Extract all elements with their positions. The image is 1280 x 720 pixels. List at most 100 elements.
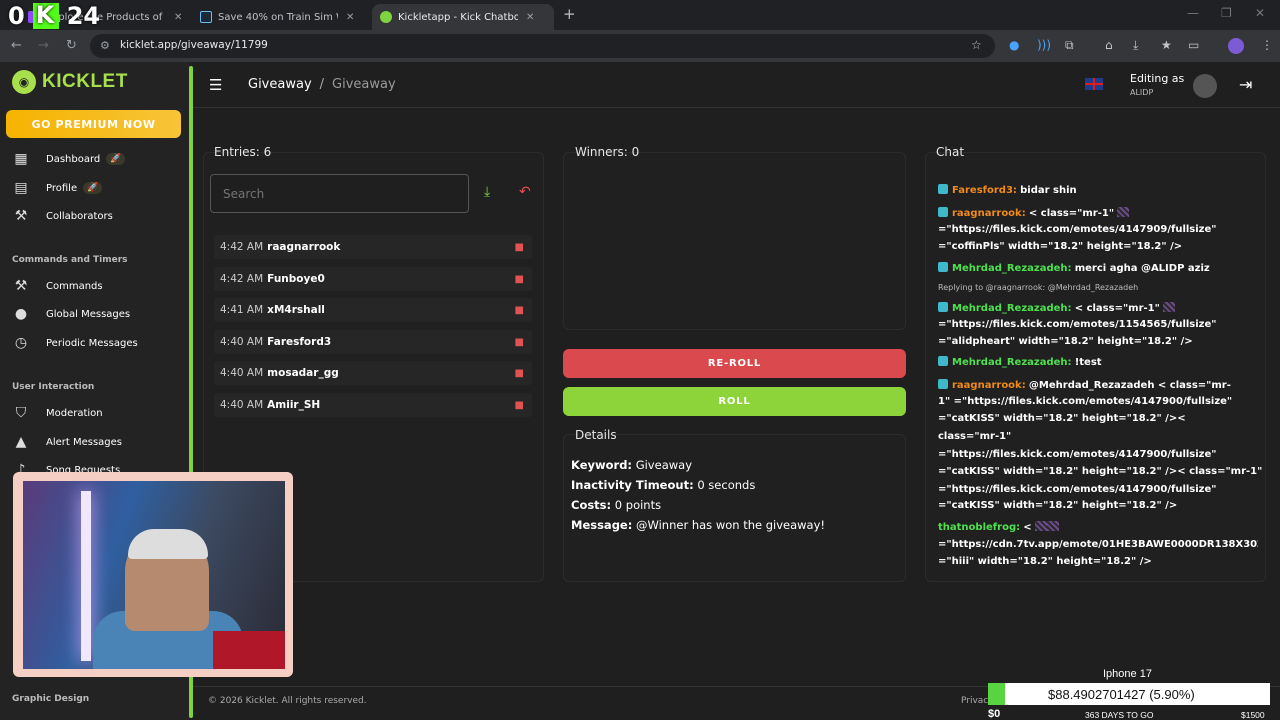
privacy-link[interactable]: Privac bbox=[961, 696, 988, 706]
detail-message: Message: @Winner has won the giveaway! bbox=[571, 518, 825, 532]
close-tab-icon[interactable]: ✕ bbox=[526, 12, 534, 23]
sidebar-item-label: Moderation bbox=[46, 407, 103, 419]
goal-tracker-overlay: Iphone 17 $88.4902701427 (5.90%) $0 363 … bbox=[988, 668, 1270, 720]
trash-icon[interactable]: ■ bbox=[515, 242, 524, 253]
sidebar-item-global-messages[interactable]: ● Global Messages bbox=[12, 304, 130, 324]
grid-icon: ▦ bbox=[14, 151, 28, 167]
logout-icon[interactable]: ⇥ bbox=[1239, 75, 1252, 94]
editing-as-label: Editing as bbox=[1130, 72, 1185, 85]
editing-as-block: Editing as ALIDP bbox=[1130, 72, 1184, 97]
trash-icon[interactable]: ■ bbox=[515, 305, 524, 316]
entry-time: 4:40 AM bbox=[220, 399, 264, 411]
forward-icon[interactable]: → bbox=[38, 38, 49, 53]
rocket-icon: 🚀 bbox=[106, 153, 126, 165]
emote-icon bbox=[1034, 521, 1047, 531]
sidebar-item-label: Periodic Messages bbox=[46, 337, 138, 349]
download-icon[interactable]: ⤓ bbox=[1133, 38, 1138, 53]
kicklet-logo[interactable]: ◉ KICKLET bbox=[12, 70, 128, 94]
list-item: 4:40 AM mosadar_gg ■ bbox=[214, 361, 532, 385]
entry-time: 4:42 AM bbox=[220, 273, 264, 285]
site-info-icon[interactable]: ⚙ bbox=[100, 39, 110, 52]
sidebar-item-periodic-messages[interactable]: ◷ Periodic Messages bbox=[12, 333, 138, 353]
chat-username[interactable]: Mehrdad_Rezazadeh: bbox=[952, 303, 1072, 314]
profile-avatar-icon[interactable] bbox=[1228, 38, 1244, 54]
entry-name: Amiir_SH bbox=[267, 399, 321, 411]
back-icon[interactable]: ← bbox=[11, 38, 22, 53]
minimize-icon[interactable]: — bbox=[1187, 6, 1199, 20]
maximize-icon[interactable]: ❐ bbox=[1221, 6, 1232, 20]
bookmarks-icon[interactable]: ★ bbox=[1161, 38, 1172, 52]
close-tab-icon[interactable]: ✕ bbox=[174, 12, 182, 23]
chat-username[interactable]: raagnarrook: bbox=[952, 208, 1026, 219]
chat-text: ="catKISS" width="18.2" height="18.2" />… bbox=[938, 413, 1186, 424]
chat-message: thatnoblefrog: < bbox=[938, 521, 1059, 533]
extension-car-icon[interactable]: ⌂ bbox=[1105, 38, 1113, 52]
reset-entries-icon[interactable]: ↶ bbox=[519, 184, 531, 200]
list-item: 4:42 AM raagnarrook ■ bbox=[214, 235, 532, 259]
reroll-button[interactable]: RE-ROLL bbox=[563, 349, 906, 378]
search-input[interactable] bbox=[210, 174, 469, 213]
roll-button[interactable]: ROLL bbox=[563, 387, 906, 416]
chat-username[interactable]: raagnarrook: bbox=[952, 380, 1026, 391]
sidebar-item-label: Global Messages bbox=[46, 308, 131, 320]
media-icon[interactable]: ▭ bbox=[1188, 38, 1199, 52]
chat-message: raagnarrook: < class="mr-1" bbox=[938, 207, 1130, 219]
chat-reply-context: Replying to @raagnarrook: @Mehrdad_Rezaz… bbox=[938, 283, 1139, 292]
sidebar-item-profile[interactable]: ▤ Profile 🚀 bbox=[12, 178, 103, 198]
address-bar[interactable]: ⚙ kicklet.app/giveaway/11799 bbox=[90, 34, 995, 58]
sidebar-item-alert-messages[interactable]: ▲ Alert Messages bbox=[12, 432, 122, 452]
chat-username[interactable]: thatnoblefrog: bbox=[938, 522, 1020, 533]
trash-icon[interactable]: ■ bbox=[515, 368, 524, 379]
goal-days-left: 363 DAYS TO GO bbox=[1085, 710, 1154, 720]
reload-icon[interactable]: ↻ bbox=[66, 38, 77, 53]
language-flag-icon[interactable] bbox=[1085, 78, 1103, 90]
download-entries-icon[interactable]: ⤓ bbox=[484, 184, 490, 200]
entry-time: 4:40 AM bbox=[220, 336, 264, 348]
sidebar-item-dashboard[interactable]: ▦ Dashboard 🚀 bbox=[12, 149, 126, 169]
list-item: 4:40 AM Amiir_SH ■ bbox=[214, 393, 532, 417]
sidebar-item-collaborators[interactable]: ⚒ Collaborators bbox=[12, 206, 113, 226]
menu-toggle-icon[interactable]: ☰ bbox=[209, 76, 222, 94]
chat-message: Mehrdad_Rezazadeh: !test bbox=[938, 356, 1102, 368]
chat-text: ="coffinPls" width="18.2" height="18.2" … bbox=[938, 241, 1183, 252]
chat-text: bidar shin bbox=[1020, 185, 1077, 196]
trash-icon[interactable]: ■ bbox=[515, 274, 524, 285]
details-title: Details bbox=[575, 428, 617, 442]
extension-sound-icon[interactable]: ))) bbox=[1037, 38, 1051, 52]
chat-title: Chat bbox=[936, 145, 965, 159]
wrench-icon: ⚒ bbox=[14, 278, 28, 294]
avatar[interactable] bbox=[1193, 74, 1217, 98]
go-premium-button[interactable]: GO PREMIUM NOW bbox=[6, 110, 181, 138]
chrome-menu-icon[interactable]: ⋮ bbox=[1261, 38, 1273, 52]
tab-title: Kickletapp - Kick Chatbot and Ove... bbox=[398, 11, 518, 23]
chat-text: 1" ="https://files.kick.com/emotes/41479… bbox=[938, 396, 1233, 407]
section-title-interaction: User Interaction bbox=[12, 382, 95, 392]
sidebar-item-moderation[interactable]: ⛉ Moderation bbox=[12, 403, 103, 423]
person-cap bbox=[128, 529, 208, 559]
chat-username[interactable]: Mehrdad_Rezazadeh: bbox=[952, 263, 1072, 274]
tab-kicklet[interactable]: Kickletapp - Kick Chatbot and Ove... ✕ bbox=[372, 4, 554, 30]
sidebar-item-commands[interactable]: ⚒ Commands bbox=[12, 276, 103, 296]
chat-text: ="catKISS" width="18.2" height="18.2" />… bbox=[938, 466, 1263, 477]
webcam-feed bbox=[23, 481, 285, 669]
chat-text: @Mehrdad_Rezazadeh < class="mr- bbox=[1028, 380, 1231, 391]
chat-text: ="https://files.kick.com/emotes/1154565/… bbox=[938, 319, 1217, 330]
entry-name: Faresford3 bbox=[267, 336, 332, 348]
close-tab-icon[interactable]: ✕ bbox=[346, 12, 354, 23]
window-close-icon[interactable]: ✕ bbox=[1255, 6, 1265, 20]
rocket-icon: 🚀 bbox=[83, 182, 103, 194]
chat-username[interactable]: Mehrdad_Rezazadeh: bbox=[952, 357, 1072, 368]
goal-progress-bar: $88.4902701427 (5.90%) bbox=[988, 683, 1270, 705]
detail-value: Giveaway bbox=[635, 458, 692, 472]
goal-title: Iphone 17 bbox=[1103, 668, 1152, 680]
new-tab-icon[interactable]: + bbox=[563, 5, 576, 23]
chat-username[interactable]: Faresford3: bbox=[952, 185, 1017, 196]
chat-text: ="https://cdn.7tv.app/emote/01HE3BAWE000… bbox=[938, 539, 1258, 550]
tab-train-sim[interactable]: Save 40% on Train Sim World® 6 ... ✕ bbox=[192, 4, 362, 30]
bookmark-star-icon[interactable]: ☆ bbox=[971, 38, 982, 52]
extension-shield-icon[interactable]: ● bbox=[1009, 38, 1019, 52]
trash-icon[interactable]: ■ bbox=[515, 400, 524, 411]
trash-icon[interactable]: ■ bbox=[515, 337, 524, 348]
breadcrumb-root[interactable]: Giveaway bbox=[248, 77, 312, 92]
extensions-puzzle-icon[interactable]: ⧉ bbox=[1065, 38, 1074, 53]
